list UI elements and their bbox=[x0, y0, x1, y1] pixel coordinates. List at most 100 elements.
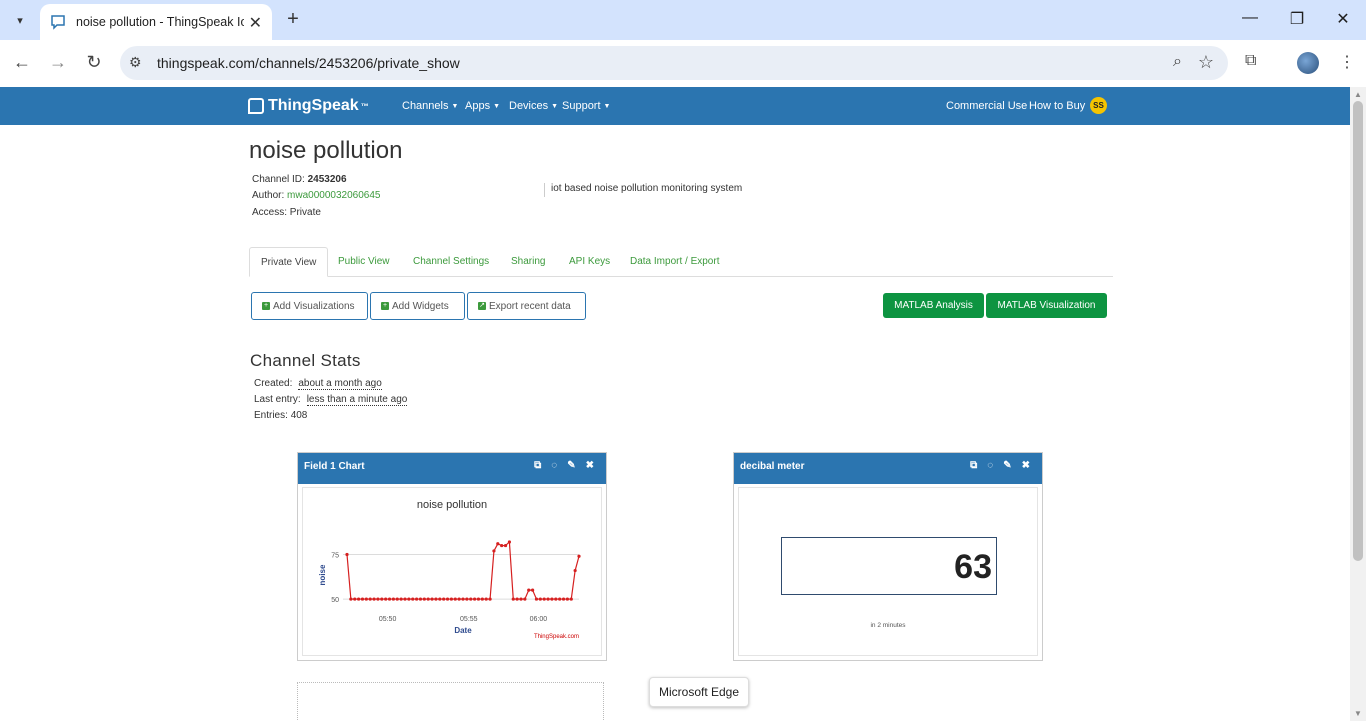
tab-api-keys[interactable]: API Keys bbox=[558, 247, 621, 277]
scroll-down-icon[interactable]: ▼ bbox=[1354, 709, 1362, 718]
data-point bbox=[577, 554, 581, 558]
meter-display: 63 bbox=[781, 537, 997, 595]
tab-close-icon[interactable]: ✕ bbox=[249, 13, 262, 33]
restore-button[interactable]: ❐ bbox=[1287, 9, 1307, 29]
forward-arrow-icon[interactable]: → bbox=[47, 52, 69, 73]
menu-apps[interactable]: Apps ▼ bbox=[465, 100, 500, 112]
add-visualizations-button[interactable]: + Add Visualizations bbox=[251, 292, 368, 320]
logo-mark-icon bbox=[248, 98, 264, 114]
extensions-icon[interactable]: ⧉ bbox=[1245, 52, 1256, 70]
data-point bbox=[515, 597, 519, 601]
open-external-icon[interactable]: ⧉ bbox=[970, 460, 977, 471]
author-link[interactable]: mwa0000032060645 bbox=[287, 190, 380, 201]
plus-icon: + bbox=[262, 302, 270, 310]
data-point bbox=[384, 597, 388, 601]
url-text[interactable]: thingspeak.com/channels/2453206/private_… bbox=[157, 55, 460, 71]
y-tick-label: 50 bbox=[331, 597, 339, 604]
reload-icon[interactable]: ↻ bbox=[83, 52, 105, 73]
data-point bbox=[546, 597, 550, 601]
bookmark-star-icon[interactable]: ☆ bbox=[1198, 52, 1214, 73]
plus-icon: + bbox=[381, 302, 389, 310]
taskbar-tooltip: Microsoft Edge bbox=[649, 677, 750, 707]
address-bar[interactable]: ⚙ thingspeak.com/channels/2453206/privat… bbox=[120, 46, 1228, 80]
back-arrow-icon[interactable]: ← bbox=[11, 52, 33, 73]
tab-data-import-export[interactable]: Data Import / Export bbox=[619, 247, 730, 277]
data-point bbox=[442, 597, 446, 601]
tab-public-view[interactable]: Public View bbox=[327, 247, 401, 277]
zoom-icon[interactable]: ⌕ bbox=[1173, 53, 1182, 71]
add-visualizations-label: Add Visualizations bbox=[273, 300, 355, 312]
logo-trademark: ™ bbox=[360, 101, 369, 111]
data-point bbox=[534, 597, 539, 601]
data-point bbox=[391, 597, 395, 601]
tab-search-chevron-icon[interactable]: ▾ bbox=[8, 8, 32, 32]
channel-id-value: 2453206 bbox=[307, 174, 347, 185]
thingspeak-navbar: ThingSpeak ™ Channels ▼ Apps ▼ Devices ▼ Sup… bbox=[0, 87, 1350, 125]
scrollbar-thumb[interactable] bbox=[1353, 101, 1363, 561]
new-tab-button[interactable]: + bbox=[282, 8, 304, 31]
comment-icon[interactable]: ◌ bbox=[551, 460, 557, 471]
how-to-buy-link[interactable]: How to Buy bbox=[1029, 100, 1085, 112]
export-icon: ↗ bbox=[478, 302, 486, 310]
entries-value: 408 bbox=[290, 410, 308, 421]
data-point bbox=[492, 549, 496, 553]
data-point bbox=[415, 597, 419, 601]
browser-tab[interactable]: noise pollution - ThingSpeak Io ✕ bbox=[40, 4, 272, 40]
add-widgets-button[interactable]: + Add Widgets bbox=[370, 292, 465, 320]
user-avatar-badge[interactable]: SS bbox=[1090, 97, 1107, 114]
data-point bbox=[360, 597, 365, 601]
author-row: Author: mwa0000032060645 bbox=[252, 190, 380, 201]
page-scrollbar[interactable]: ▲ ▼ bbox=[1350, 87, 1366, 721]
scroll-up-icon[interactable]: ▲ bbox=[1354, 90, 1362, 99]
widget-placeholder bbox=[297, 682, 604, 721]
matlab-visualization-button[interactable]: MATLAB Visualization bbox=[986, 293, 1107, 318]
access-value: Private bbox=[289, 207, 321, 218]
matlab-analysis-button[interactable]: MATLAB Analysis bbox=[883, 293, 984, 318]
site-info-icon[interactable]: ⚙ bbox=[129, 54, 142, 71]
commercial-use-link[interactable]: Commercial Use bbox=[946, 100, 1027, 112]
last-entry-value: less than a minute ago bbox=[306, 394, 408, 406]
entries-row: Entries: 408 bbox=[254, 410, 307, 421]
data-point bbox=[434, 597, 438, 601]
export-recent-data-button[interactable]: ↗ Export recent data bbox=[467, 292, 586, 320]
thingspeak-logo[interactable]: ThingSpeak ™ bbox=[248, 97, 369, 115]
data-point bbox=[368, 597, 372, 601]
tab-private-view[interactable]: Private View bbox=[249, 247, 329, 277]
data-point bbox=[426, 597, 430, 601]
minimize-button[interactable]: — bbox=[1240, 9, 1260, 27]
data-point bbox=[430, 597, 434, 601]
browser-menu-icon[interactable]: ⋮ bbox=[1339, 52, 1355, 72]
edit-pencil-icon[interactable]: ✎ bbox=[567, 460, 575, 471]
data-point bbox=[511, 597, 515, 601]
data-point bbox=[449, 597, 453, 601]
comment-icon[interactable]: ◌ bbox=[987, 460, 993, 471]
menu-channels[interactable]: Channels ▼ bbox=[402, 100, 458, 112]
data-point bbox=[399, 597, 403, 601]
window-close-button[interactable]: ✕ bbox=[1333, 9, 1353, 29]
menu-devices[interactable]: Devices ▼ bbox=[509, 100, 558, 112]
series-line bbox=[346, 540, 580, 600]
y-tick-label: 75 bbox=[331, 552, 339, 559]
tab-channel-settings[interactable]: Channel Settings bbox=[402, 247, 500, 277]
open-external-icon[interactable]: ⧉ bbox=[534, 460, 541, 471]
close-icon[interactable]: ✖ bbox=[1022, 460, 1030, 471]
data-point bbox=[476, 597, 481, 601]
widget-header: decibal meter ⧉ ◌ ✎ ✖ bbox=[734, 453, 1042, 484]
data-point bbox=[438, 597, 442, 601]
channel-id-row: Channel ID: 2453206 bbox=[252, 174, 347, 185]
decibal-meter-widget: decibal meter ⧉ ◌ ✎ ✖ 63 in 2 minutes bbox=[733, 452, 1043, 661]
data-point bbox=[457, 597, 461, 601]
data-point bbox=[380, 597, 384, 601]
profile-avatar[interactable] bbox=[1297, 52, 1319, 74]
menu-support[interactable]: Support ▼ bbox=[562, 100, 610, 112]
data-point bbox=[573, 568, 577, 573]
last-entry-label: Last entry: bbox=[254, 394, 301, 405]
tab-sharing[interactable]: Sharing bbox=[500, 247, 556, 277]
data-point bbox=[387, 597, 392, 601]
close-icon[interactable]: ✖ bbox=[586, 460, 594, 471]
chart-area: noise pollution 50 75 05:50 05:55 06:00 Date n… bbox=[302, 487, 602, 656]
data-point bbox=[565, 597, 569, 601]
edit-pencil-icon[interactable]: ✎ bbox=[1003, 460, 1011, 471]
data-point bbox=[531, 588, 535, 592]
data-point bbox=[364, 597, 368, 601]
